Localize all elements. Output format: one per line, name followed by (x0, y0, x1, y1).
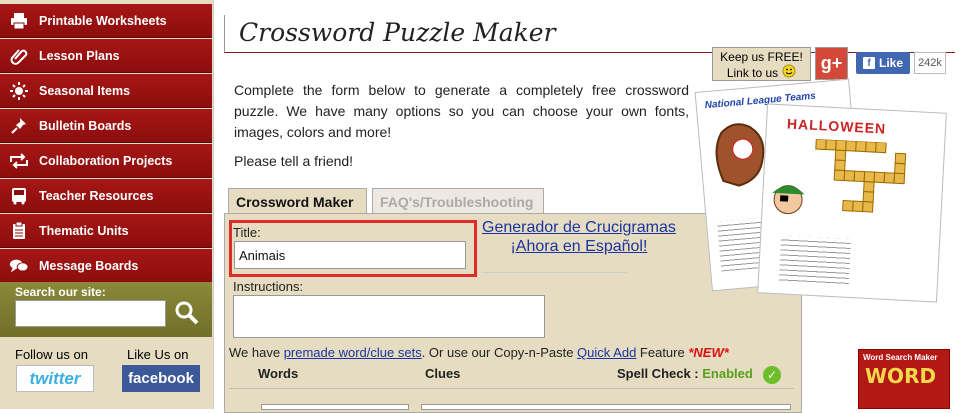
divider (213, 0, 214, 409)
site-search: Search our site: (0, 282, 212, 337)
sun-icon (9, 81, 29, 101)
clue-lines-graphic (778, 235, 852, 287)
divider (482, 272, 627, 273)
word-input[interactable] (261, 404, 409, 410)
premade-middle: . Or use our Copy-n-Paste (421, 345, 578, 360)
sample-puzzle-halloween: HALLOWEEN (757, 103, 947, 303)
sample-puzzle-title: HALLOWEEN (786, 115, 887, 137)
like-label: Like Us on (127, 347, 189, 362)
instructions-label: Instructions: (233, 279, 304, 294)
title-input-value: Animais (239, 247, 286, 263)
link-to-us-badge[interactable]: Keep us FREE! Link to us (712, 47, 811, 81)
sidebar-item-label: Message Boards (39, 258, 139, 273)
word-search-label: Word Search Maker (863, 353, 938, 362)
sidebar-item-label: Lesson Plans (39, 48, 120, 63)
fb-like-label: Like (878, 56, 903, 70)
title-label: Title: (233, 225, 261, 240)
sidebar-item-message-boards[interactable]: Message Boards (0, 249, 212, 283)
spanish-generator-link[interactable]: Generador de Crucigramas ¡Ahora en Españ… (482, 218, 676, 256)
premade-sets-line: We have premade word/clue sets. Or use o… (229, 345, 729, 360)
printer-icon (9, 11, 29, 31)
sidebar-item-thematic-units[interactable]: Thematic Units (0, 214, 212, 248)
follow-label: Follow us on (15, 347, 88, 362)
words-column-header: Words (258, 366, 299, 381)
sidebar-item-bulletin-boards[interactable]: Bulletin Boards (0, 109, 212, 143)
clue-input[interactable] (421, 404, 791, 410)
sidebar-item-label: Printable Worksheets (39, 13, 167, 28)
spanish-link-line1: Generador de Crucigramas (482, 219, 676, 236)
spell-check-status: Enabled (702, 366, 753, 381)
google-plus-button[interactable]: g+ (815, 47, 848, 80)
premade-sets-link[interactable]: premade word/clue sets (284, 345, 422, 360)
instructions-textarea[interactable] (233, 295, 545, 338)
sidebar-item-label: Bulletin Boards (39, 118, 132, 133)
premade-prefix: We have (229, 345, 284, 360)
sidebar-item-seasonal-items[interactable]: Seasonal Items (0, 74, 212, 108)
clues-column-header: Clues (425, 366, 461, 381)
pushpin-icon (9, 116, 29, 136)
chat-bubbles-icon (9, 256, 29, 276)
facebook-like-count: 242k (914, 52, 946, 74)
search-input[interactable] (15, 300, 166, 327)
word-search-maker-ad[interactable]: Word Search Maker WORD (858, 349, 950, 409)
tab-crossword-maker[interactable]: Crossword Maker (228, 188, 367, 214)
sidebar-item-printable-worksheets[interactable]: Printable Worksheets (0, 4, 212, 38)
divider (229, 388, 794, 389)
word-search-word: WORD (865, 364, 937, 388)
check-icon: ✓ (763, 366, 781, 384)
title-input[interactable]: Animais (234, 241, 466, 269)
crossword-grid-graphic (815, 138, 907, 213)
spanish-link-line2: ¡Ahora en Español! (510, 238, 648, 255)
twitter-button[interactable]: twitter (16, 365, 94, 392)
quick-add-link[interactable]: Quick Add (577, 345, 636, 360)
clipboard-icon (9, 221, 29, 241)
page-title: Crossword Puzzle Maker (239, 18, 556, 47)
feature-text: Feature (636, 345, 689, 360)
swap-arrows-icon (9, 151, 29, 171)
spell-check-toggle[interactable]: Spell Check : Enabled (617, 366, 753, 381)
keep-free-text: Keep us FREE! (720, 50, 803, 64)
social-follow: Follow us on Like Us on twitter facebook (0, 337, 212, 409)
spell-check-label: Spell Check : (617, 366, 699, 381)
intro-text: Complete the form below to generate a co… (234, 82, 689, 140)
sidebar-item-label: Teacher Resources (39, 188, 154, 203)
tell-friend-text: Please tell a friend! (234, 153, 354, 169)
search-icon[interactable] (174, 300, 200, 326)
facebook-f-icon: f (862, 57, 875, 69)
sidebar-item-collaboration-projects[interactable]: Collaboration Projects (0, 144, 212, 178)
facebook-like-button[interactable]: f Like (856, 52, 910, 74)
sidebar-item-teacher-resources[interactable]: Teacher Resources (0, 179, 212, 213)
new-badge: *NEW* (688, 345, 729, 360)
link-to-us-text: Link to us (726, 65, 779, 80)
sidebar-item-label: Seasonal Items (39, 83, 131, 98)
sidebar: Printable Worksheets Lesson Plans Season… (0, 0, 213, 409)
sidebar-item-lesson-plans[interactable]: Lesson Plans (0, 39, 212, 73)
bus-icon (9, 186, 29, 206)
facebook-button[interactable]: facebook (122, 365, 200, 392)
sidebar-item-label: Thematic Units (39, 223, 129, 238)
tab-faq-troubleshooting[interactable]: FAQ's/Troubleshooting (372, 188, 544, 214)
paperclip-icon (9, 46, 29, 66)
smiley-icon (782, 64, 796, 81)
pirate-icon (772, 185, 805, 215)
search-label: Search our site: (15, 285, 106, 299)
sidebar-item-label: Collaboration Projects (39, 153, 173, 168)
